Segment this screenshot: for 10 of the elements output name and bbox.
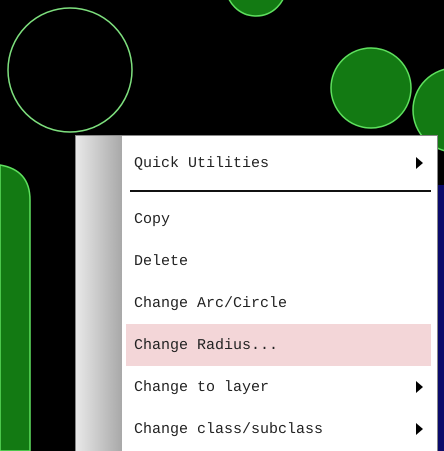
submenu-arrow-icon <box>416 157 423 169</box>
menu-item[interactable]: Change Radius... <box>126 324 431 366</box>
menu-item[interactable]: Change to layer <box>126 366 431 408</box>
menu-item[interactable]: Change class/subclass <box>126 408 431 450</box>
menu-item[interactable]: Copy <box>126 198 431 240</box>
menu-item[interactable]: Change Arc/Circle <box>126 282 431 324</box>
submenu-arrow-icon <box>416 381 423 393</box>
submenu-arrow-icon <box>416 423 423 435</box>
menu-item[interactable]: Delete <box>126 240 431 282</box>
menu-item[interactable]: Quick Utilities <box>126 142 431 184</box>
